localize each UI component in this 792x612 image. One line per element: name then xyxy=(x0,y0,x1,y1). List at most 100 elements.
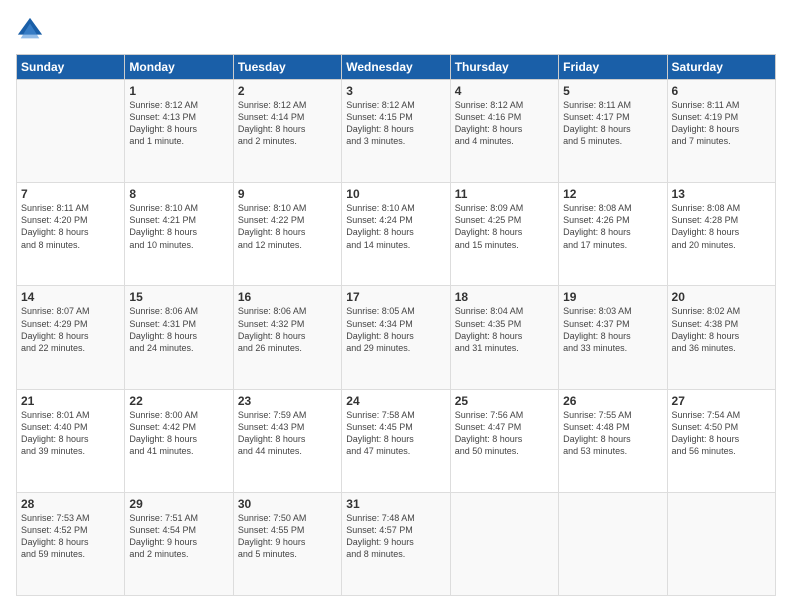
calendar-cell xyxy=(559,492,667,595)
day-info: Sunrise: 8:06 AM Sunset: 4:32 PM Dayligh… xyxy=(238,305,337,354)
day-info: Sunrise: 7:48 AM Sunset: 4:57 PM Dayligh… xyxy=(346,512,445,561)
day-info: Sunrise: 7:53 AM Sunset: 4:52 PM Dayligh… xyxy=(21,512,120,561)
calendar-cell: 3Sunrise: 8:12 AM Sunset: 4:15 PM Daylig… xyxy=(342,80,450,183)
day-number: 12 xyxy=(563,187,662,201)
day-number: 11 xyxy=(455,187,554,201)
day-info: Sunrise: 8:12 AM Sunset: 4:14 PM Dayligh… xyxy=(238,99,337,148)
week-row-2: 7Sunrise: 8:11 AM Sunset: 4:20 PM Daylig… xyxy=(17,183,776,286)
calendar-cell: 9Sunrise: 8:10 AM Sunset: 4:22 PM Daylig… xyxy=(233,183,341,286)
calendar-cell xyxy=(667,492,775,595)
calendar-cell: 1Sunrise: 8:12 AM Sunset: 4:13 PM Daylig… xyxy=(125,80,233,183)
day-info: Sunrise: 8:11 AM Sunset: 4:20 PM Dayligh… xyxy=(21,202,120,251)
day-number: 22 xyxy=(129,394,228,408)
header-day-saturday: Saturday xyxy=(667,55,775,80)
day-number: 10 xyxy=(346,187,445,201)
day-number: 27 xyxy=(672,394,771,408)
week-row-5: 28Sunrise: 7:53 AM Sunset: 4:52 PM Dayli… xyxy=(17,492,776,595)
day-info: Sunrise: 7:51 AM Sunset: 4:54 PM Dayligh… xyxy=(129,512,228,561)
calendar-cell: 10Sunrise: 8:10 AM Sunset: 4:24 PM Dayli… xyxy=(342,183,450,286)
day-info: Sunrise: 8:10 AM Sunset: 4:21 PM Dayligh… xyxy=(129,202,228,251)
calendar-cell: 29Sunrise: 7:51 AM Sunset: 4:54 PM Dayli… xyxy=(125,492,233,595)
day-number: 17 xyxy=(346,290,445,304)
day-info: Sunrise: 8:03 AM Sunset: 4:37 PM Dayligh… xyxy=(563,305,662,354)
day-number: 30 xyxy=(238,497,337,511)
day-number: 23 xyxy=(238,394,337,408)
day-info: Sunrise: 8:04 AM Sunset: 4:35 PM Dayligh… xyxy=(455,305,554,354)
header-day-tuesday: Tuesday xyxy=(233,55,341,80)
calendar-cell: 28Sunrise: 7:53 AM Sunset: 4:52 PM Dayli… xyxy=(17,492,125,595)
day-info: Sunrise: 8:02 AM Sunset: 4:38 PM Dayligh… xyxy=(672,305,771,354)
calendar-cell: 2Sunrise: 8:12 AM Sunset: 4:14 PM Daylig… xyxy=(233,80,341,183)
day-number: 21 xyxy=(21,394,120,408)
day-info: Sunrise: 8:12 AM Sunset: 4:15 PM Dayligh… xyxy=(346,99,445,148)
day-number: 8 xyxy=(129,187,228,201)
header-day-friday: Friday xyxy=(559,55,667,80)
week-row-4: 21Sunrise: 8:01 AM Sunset: 4:40 PM Dayli… xyxy=(17,389,776,492)
logo xyxy=(16,16,48,44)
day-info: Sunrise: 7:50 AM Sunset: 4:55 PM Dayligh… xyxy=(238,512,337,561)
calendar-cell: 17Sunrise: 8:05 AM Sunset: 4:34 PM Dayli… xyxy=(342,286,450,389)
day-number: 9 xyxy=(238,187,337,201)
week-row-3: 14Sunrise: 8:07 AM Sunset: 4:29 PM Dayli… xyxy=(17,286,776,389)
day-info: Sunrise: 7:55 AM Sunset: 4:48 PM Dayligh… xyxy=(563,409,662,458)
header-day-sunday: Sunday xyxy=(17,55,125,80)
day-info: Sunrise: 8:00 AM Sunset: 4:42 PM Dayligh… xyxy=(129,409,228,458)
page-header xyxy=(16,16,776,44)
calendar-cell: 25Sunrise: 7:56 AM Sunset: 4:47 PM Dayli… xyxy=(450,389,558,492)
day-number: 25 xyxy=(455,394,554,408)
day-info: Sunrise: 8:10 AM Sunset: 4:22 PM Dayligh… xyxy=(238,202,337,251)
day-number: 28 xyxy=(21,497,120,511)
day-info: Sunrise: 8:08 AM Sunset: 4:26 PM Dayligh… xyxy=(563,202,662,251)
day-info: Sunrise: 8:06 AM Sunset: 4:31 PM Dayligh… xyxy=(129,305,228,354)
day-info: Sunrise: 8:01 AM Sunset: 4:40 PM Dayligh… xyxy=(21,409,120,458)
day-number: 18 xyxy=(455,290,554,304)
calendar-cell: 21Sunrise: 8:01 AM Sunset: 4:40 PM Dayli… xyxy=(17,389,125,492)
calendar-cell: 18Sunrise: 8:04 AM Sunset: 4:35 PM Dayli… xyxy=(450,286,558,389)
calendar-header-row: SundayMondayTuesdayWednesdayThursdayFrid… xyxy=(17,55,776,80)
day-info: Sunrise: 7:59 AM Sunset: 4:43 PM Dayligh… xyxy=(238,409,337,458)
calendar-cell: 16Sunrise: 8:06 AM Sunset: 4:32 PM Dayli… xyxy=(233,286,341,389)
day-number: 5 xyxy=(563,84,662,98)
calendar-cell: 24Sunrise: 7:58 AM Sunset: 4:45 PM Dayli… xyxy=(342,389,450,492)
calendar-cell: 14Sunrise: 8:07 AM Sunset: 4:29 PM Dayli… xyxy=(17,286,125,389)
day-number: 24 xyxy=(346,394,445,408)
calendar-cell: 8Sunrise: 8:10 AM Sunset: 4:21 PM Daylig… xyxy=(125,183,233,286)
day-info: Sunrise: 8:07 AM Sunset: 4:29 PM Dayligh… xyxy=(21,305,120,354)
calendar-cell: 30Sunrise: 7:50 AM Sunset: 4:55 PM Dayli… xyxy=(233,492,341,595)
day-number: 7 xyxy=(21,187,120,201)
day-number: 26 xyxy=(563,394,662,408)
day-number: 31 xyxy=(346,497,445,511)
calendar-cell: 6Sunrise: 8:11 AM Sunset: 4:19 PM Daylig… xyxy=(667,80,775,183)
day-number: 14 xyxy=(21,290,120,304)
calendar-cell: 15Sunrise: 8:06 AM Sunset: 4:31 PM Dayli… xyxy=(125,286,233,389)
day-info: Sunrise: 8:12 AM Sunset: 4:16 PM Dayligh… xyxy=(455,99,554,148)
calendar-cell: 26Sunrise: 7:55 AM Sunset: 4:48 PM Dayli… xyxy=(559,389,667,492)
calendar-cell: 5Sunrise: 8:11 AM Sunset: 4:17 PM Daylig… xyxy=(559,80,667,183)
day-info: Sunrise: 7:58 AM Sunset: 4:45 PM Dayligh… xyxy=(346,409,445,458)
day-number: 29 xyxy=(129,497,228,511)
day-info: Sunrise: 8:09 AM Sunset: 4:25 PM Dayligh… xyxy=(455,202,554,251)
day-number: 19 xyxy=(563,290,662,304)
header-day-monday: Monday xyxy=(125,55,233,80)
logo-icon xyxy=(16,16,44,44)
calendar-table: SundayMondayTuesdayWednesdayThursdayFrid… xyxy=(16,54,776,596)
week-row-1: 1Sunrise: 8:12 AM Sunset: 4:13 PM Daylig… xyxy=(17,80,776,183)
day-info: Sunrise: 7:56 AM Sunset: 4:47 PM Dayligh… xyxy=(455,409,554,458)
calendar-cell xyxy=(17,80,125,183)
calendar-cell xyxy=(450,492,558,595)
day-info: Sunrise: 8:05 AM Sunset: 4:34 PM Dayligh… xyxy=(346,305,445,354)
day-info: Sunrise: 8:12 AM Sunset: 4:13 PM Dayligh… xyxy=(129,99,228,148)
calendar-cell: 19Sunrise: 8:03 AM Sunset: 4:37 PM Dayli… xyxy=(559,286,667,389)
header-day-wednesday: Wednesday xyxy=(342,55,450,80)
day-number: 13 xyxy=(672,187,771,201)
day-info: Sunrise: 8:10 AM Sunset: 4:24 PM Dayligh… xyxy=(346,202,445,251)
day-number: 6 xyxy=(672,84,771,98)
day-info: Sunrise: 8:11 AM Sunset: 4:17 PM Dayligh… xyxy=(563,99,662,148)
header-day-thursday: Thursday xyxy=(450,55,558,80)
day-number: 1 xyxy=(129,84,228,98)
day-info: Sunrise: 8:08 AM Sunset: 4:28 PM Dayligh… xyxy=(672,202,771,251)
day-number: 3 xyxy=(346,84,445,98)
day-number: 20 xyxy=(672,290,771,304)
calendar-cell: 27Sunrise: 7:54 AM Sunset: 4:50 PM Dayli… xyxy=(667,389,775,492)
day-number: 16 xyxy=(238,290,337,304)
